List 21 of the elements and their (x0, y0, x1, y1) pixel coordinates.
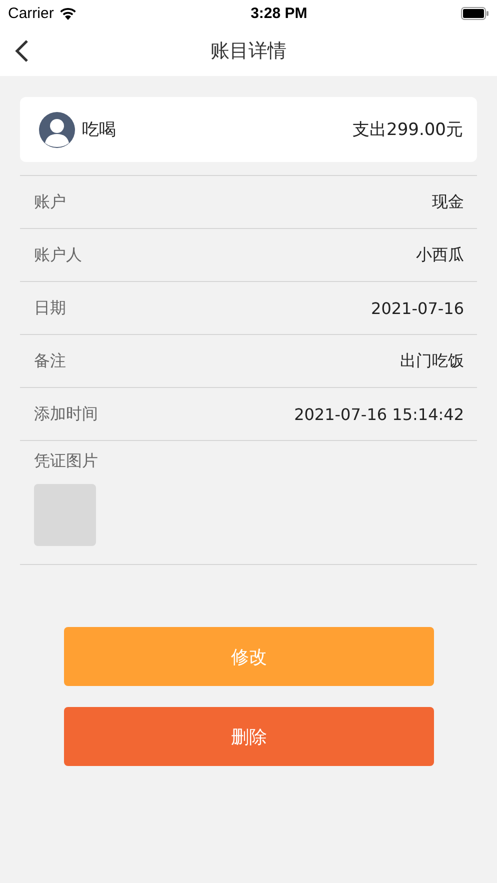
edit-button[interactable]: 修改 (64, 627, 434, 686)
carrier-name: Carrier (8, 4, 54, 22)
field-label: 备注 (34, 350, 66, 372)
field-label: 账户 (34, 192, 66, 212)
field-value: 小西瓜 (416, 244, 464, 266)
page-title: 账目详情 (210, 39, 286, 64)
category-label: 吃喝 (82, 119, 117, 141)
voucher-label: 凭证图片 (34, 451, 98, 472)
battery-icon (460, 6, 489, 20)
field-label: 账户人 (34, 244, 82, 266)
status-time: 3:28 PM (250, 4, 308, 22)
field-label: 添加时间 (34, 404, 98, 424)
field-value: 出门吃饭 (400, 350, 464, 372)
amount-text: 支出299.00元 (352, 119, 463, 141)
avatar-icon (39, 112, 75, 148)
field-value: 现金 (432, 192, 464, 212)
field-value: 2021-07-16 15:14:42 (294, 404, 464, 424)
field-label: 日期 (34, 298, 66, 318)
field-value: 2021-07-16 (371, 298, 464, 318)
wifi-icon (58, 6, 77, 20)
delete-button[interactable]: 删除 (64, 707, 434, 766)
